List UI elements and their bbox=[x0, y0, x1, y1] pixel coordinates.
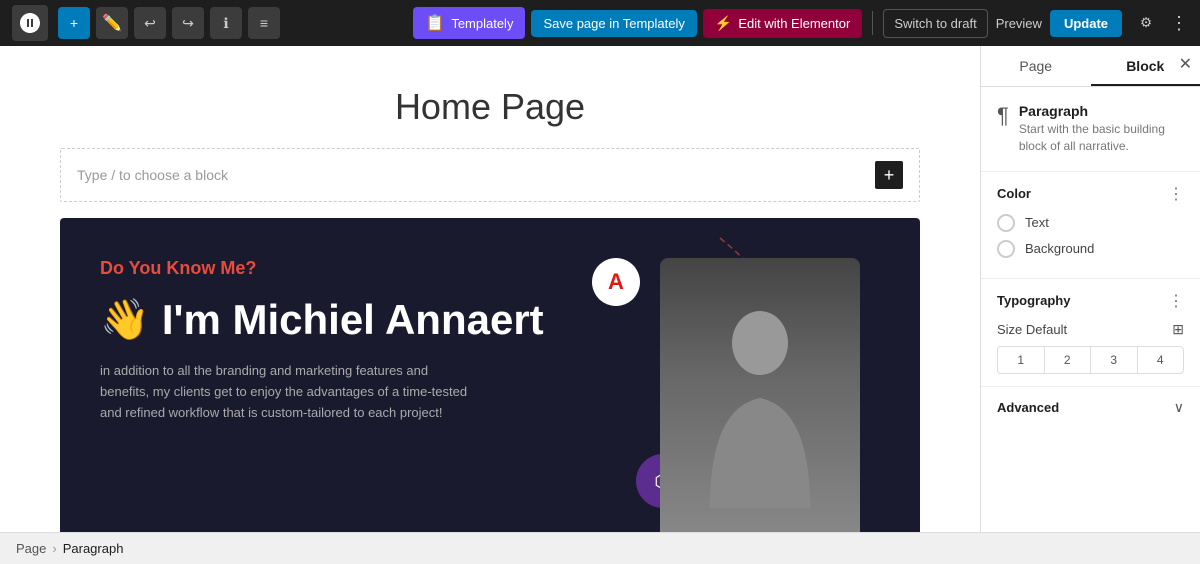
size-4-button[interactable]: 4 bbox=[1138, 347, 1184, 373]
typography-section-title: Typography bbox=[997, 293, 1070, 308]
color-section: Color ⋮ Text Background bbox=[981, 172, 1200, 279]
elementor-button[interactable]: ⚡ Edit with Elementor bbox=[703, 9, 862, 38]
templately-button[interactable]: 📋 Templately bbox=[413, 7, 525, 39]
elementor-icon: ⚡ bbox=[715, 15, 732, 32]
more-icon: ⋮ bbox=[1170, 13, 1188, 33]
bottom-bar: Page › Paragraph bbox=[0, 532, 1200, 564]
save-templately-button[interactable]: Save page in Templately bbox=[531, 10, 696, 37]
filter-icon[interactable]: ⊞ bbox=[1172, 321, 1184, 338]
editor-area[interactable]: Home Page Type / to choose a block + Do … bbox=[0, 46, 980, 532]
breadcrumb-home[interactable]: Page bbox=[16, 541, 46, 556]
breadcrumb-current: Paragraph bbox=[63, 541, 124, 556]
hero-name: 👋 I'm Michiel Annaert bbox=[100, 295, 880, 345]
main-area: Home Page Type / to choose a block + Do … bbox=[0, 46, 1200, 532]
advanced-section[interactable]: Advanced ∨ bbox=[981, 387, 1200, 428]
text-color-label: Text bbox=[1025, 215, 1049, 230]
background-color-option[interactable]: Background bbox=[997, 240, 1184, 258]
text-color-option[interactable]: Text bbox=[997, 214, 1184, 232]
tab-page[interactable]: Page bbox=[981, 46, 1091, 86]
right-sidebar: Page Block ✕ ¶ Paragraph Start with the … bbox=[980, 46, 1200, 532]
undo-button[interactable]: ↩ bbox=[134, 7, 166, 39]
settings-button[interactable]: ⚙ bbox=[1130, 7, 1162, 39]
add-block-inline-button[interactable]: + bbox=[875, 161, 903, 189]
details-button[interactable]: ℹ bbox=[210, 7, 242, 39]
background-color-radio[interactable] bbox=[997, 240, 1015, 258]
switch-draft-button[interactable]: Switch to draft bbox=[883, 9, 987, 38]
block-placeholder[interactable]: Type / to choose a block + bbox=[60, 148, 920, 202]
wave-emoji: 👋 bbox=[100, 296, 150, 344]
wp-logo bbox=[12, 5, 48, 41]
page-title: Home Page bbox=[60, 86, 920, 128]
block-info: ¶ Paragraph Start with the basic buildin… bbox=[981, 87, 1200, 172]
color-section-title: Color bbox=[997, 186, 1031, 201]
size-1-button[interactable]: 1 bbox=[998, 347, 1045, 373]
typography-sizes: 1 2 3 4 bbox=[997, 346, 1184, 374]
breadcrumb-separator: › bbox=[52, 541, 56, 556]
paragraph-icon: ¶ bbox=[997, 103, 1009, 129]
templately-icon: 📋 bbox=[425, 13, 445, 33]
toolbar: + ✏️ ↩ ↪ ℹ ≡ 📋 Templately Save page in T… bbox=[0, 0, 1200, 46]
size-2-button[interactable]: 2 bbox=[1045, 347, 1092, 373]
add-block-button[interactable]: + bbox=[58, 7, 90, 39]
hero-name-text: I'm Michiel Annaert bbox=[162, 295, 544, 345]
block-description: Start with the basic building block of a… bbox=[1019, 121, 1184, 155]
hero-content: Do You Know Me? 👋 I'm Michiel Annaert in… bbox=[60, 218, 920, 464]
redo-button[interactable]: ↪ bbox=[172, 7, 204, 39]
sidebar-close-button[interactable]: ✕ bbox=[1179, 54, 1192, 74]
list-view-button[interactable]: ≡ bbox=[248, 7, 280, 39]
size-default-label: Size Default bbox=[997, 322, 1067, 337]
color-more-button[interactable]: ⋮ bbox=[1168, 184, 1184, 204]
sidebar-tabs: Page Block ✕ bbox=[981, 46, 1200, 87]
tools-button[interactable]: ✏️ bbox=[96, 7, 128, 39]
placeholder-text: Type / to choose a block bbox=[77, 167, 228, 183]
toolbar-right: Switch to draft Preview Update ⚙ ⋮ bbox=[883, 7, 1188, 39]
block-name: Paragraph bbox=[1019, 103, 1184, 119]
preview-button[interactable]: Preview bbox=[996, 16, 1042, 31]
advanced-label: Advanced bbox=[997, 400, 1059, 415]
tab-indicator bbox=[1091, 84, 1200, 86]
hero-section: Do You Know Me? 👋 I'm Michiel Annaert in… bbox=[60, 218, 920, 532]
hero-description: in addition to all the branding and mark… bbox=[100, 361, 480, 423]
background-color-label: Background bbox=[1025, 241, 1094, 256]
hero-tagline: Do You Know Me? bbox=[100, 258, 880, 279]
typography-more-button[interactable]: ⋮ bbox=[1168, 291, 1184, 311]
gear-icon: ⚙ bbox=[1140, 15, 1152, 31]
text-color-radio[interactable] bbox=[997, 214, 1015, 232]
chevron-down-icon[interactable]: ∨ bbox=[1174, 399, 1184, 416]
typography-size-row: Size Default ⊞ bbox=[997, 321, 1184, 338]
more-options-button[interactable]: ⋮ bbox=[1170, 13, 1188, 34]
update-button[interactable]: Update bbox=[1050, 10, 1122, 37]
typography-section: Typography ⋮ Size Default ⊞ 1 2 3 4 bbox=[981, 279, 1200, 387]
size-3-button[interactable]: 3 bbox=[1091, 347, 1138, 373]
toolbar-separator bbox=[872, 11, 873, 35]
